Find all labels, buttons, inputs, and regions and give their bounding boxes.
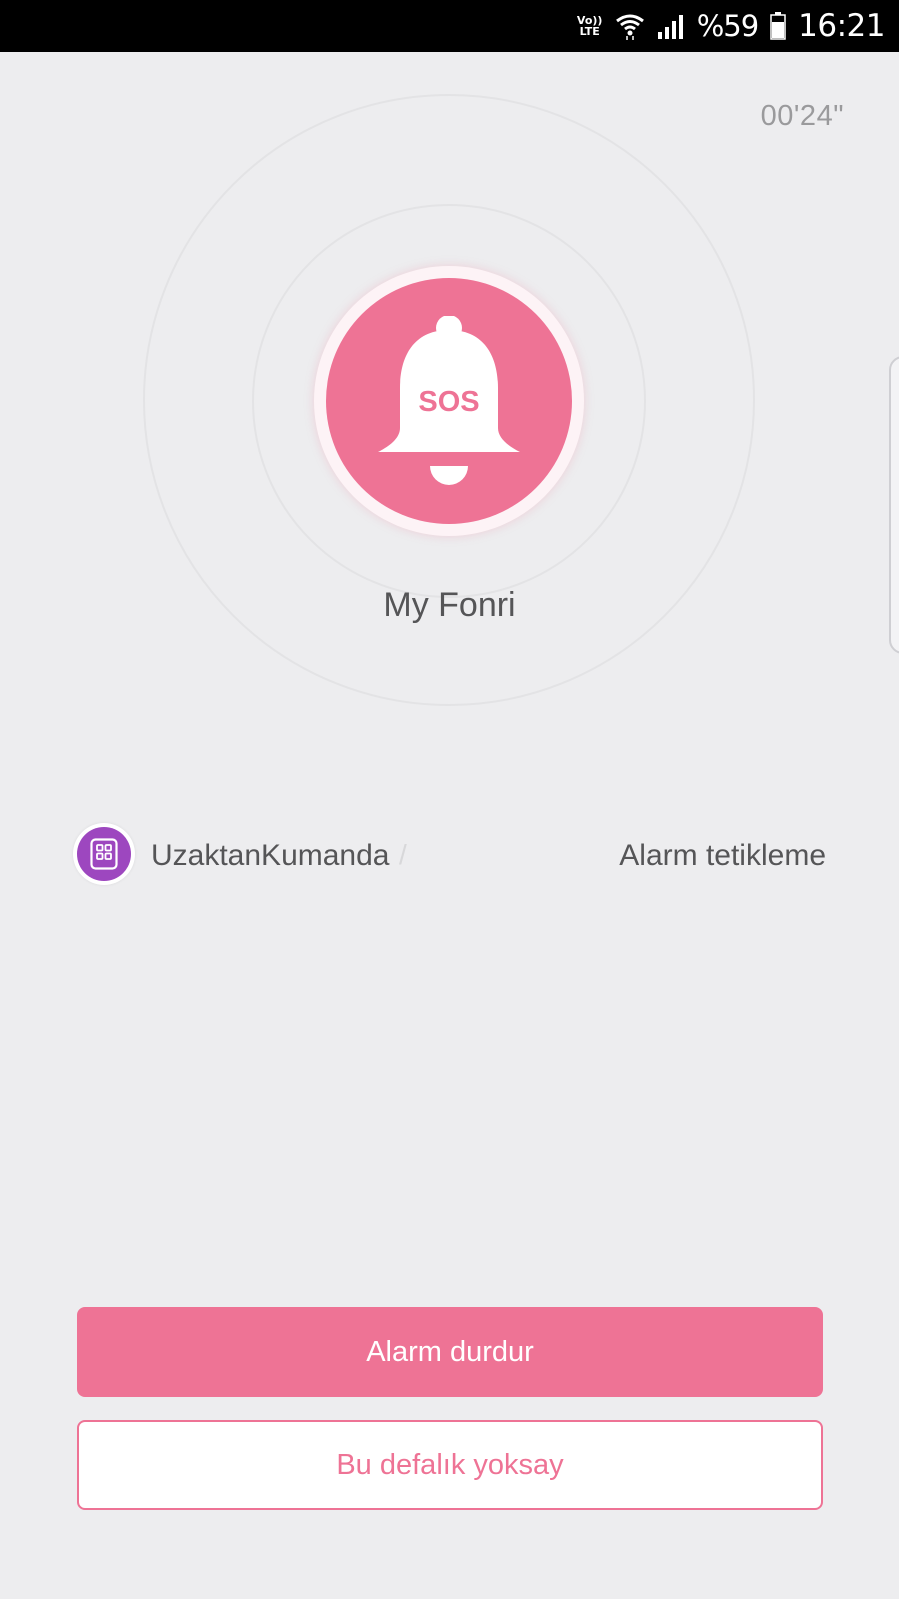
volte-icon: Vo)) LTE (577, 15, 603, 37)
volte-bottom-label: LTE (579, 25, 600, 38)
event-source-name: UzaktanKumanda (151, 839, 390, 872)
sos-badge: SOS (418, 386, 480, 418)
device-avatar (73, 823, 135, 885)
event-separator: / (399, 839, 407, 870)
status-bar: Vo)) LTE %59 16:21 (0, 0, 899, 52)
ignore-once-button[interactable]: Bu defalık yoksay (77, 1420, 823, 1510)
battery-percentage: %59 (696, 9, 759, 43)
signal-icon (657, 13, 685, 39)
alarm-elapsed-timer: 00'24" (760, 100, 844, 132)
event-type: Alarm tetikleme (619, 839, 826, 872)
stop-alarm-button[interactable]: Alarm durdur (77, 1307, 823, 1397)
remote-control-icon (77, 827, 131, 881)
status-icons: Vo)) LTE %59 16:21 (577, 0, 886, 52)
alarm-event-row: UzaktanKumanda / Alarm tetikleme (73, 823, 826, 887)
edge-panel-handle[interactable] (889, 356, 899, 654)
device-name: My Fonri (383, 586, 516, 624)
clock: 16:21 (798, 8, 885, 44)
wifi-icon (615, 12, 645, 40)
battery-icon (770, 12, 786, 40)
